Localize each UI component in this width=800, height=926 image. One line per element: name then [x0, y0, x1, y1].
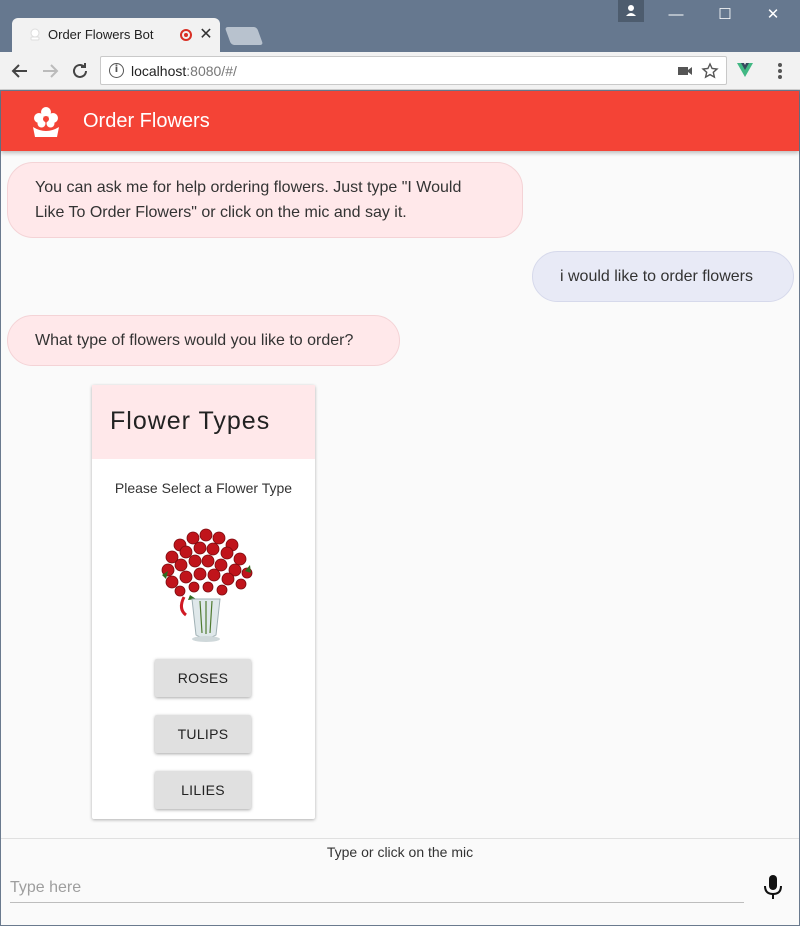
minimize-button[interactable]: —	[661, 4, 691, 26]
new-tab-button[interactable]	[224, 27, 264, 45]
roses-bouquet-image	[161, 528, 253, 642]
info-icon[interactable]: i	[109, 63, 124, 78]
mic-icon[interactable]	[761, 873, 785, 901]
input-area: Type or click on the mic	[1, 838, 799, 925]
browser-menu-icon[interactable]	[770, 59, 790, 83]
lilies-button[interactable]: LILIES	[155, 771, 251, 809]
vue-devtools-icon[interactable]	[736, 61, 754, 79]
tulips-button[interactable]: TULIPS	[155, 715, 251, 753]
message-input[interactable]	[10, 873, 744, 903]
maximize-button[interactable]: ☐	[710, 4, 740, 26]
flower-favicon-icon	[30, 28, 40, 41]
browser-tab[interactable]: Order Flowers Bot ✕	[12, 18, 220, 52]
window-close-button[interactable]: ✕	[758, 4, 788, 26]
user-message-bubble: i would like to order flowers	[532, 251, 794, 302]
browser-toolbar: i localhost:8080/#/	[0, 52, 800, 90]
browser-titlebar: Order Flowers Bot ✕ — ☐ ✕	[0, 0, 800, 52]
app-toolbar: Order Flowers	[1, 91, 799, 151]
tab-title: Order Flowers Bot	[48, 27, 154, 42]
address-bar[interactable]: i localhost:8080/#/	[100, 56, 727, 85]
input-hint: Type or click on the mic	[326, 844, 474, 860]
bot-message-bubble: You can ask me for help ordering flowers…	[7, 162, 523, 238]
bot-message-bubble: What type of flowers would you like to o…	[7, 315, 400, 366]
tab-close-icon[interactable]: ✕	[198, 24, 214, 44]
reload-icon[interactable]	[68, 59, 92, 83]
recording-icon	[180, 29, 192, 41]
app-container: Order Flowers You can ask me for help or…	[1, 91, 799, 925]
forward-icon[interactable]	[38, 59, 62, 83]
card-title: Flower Types	[110, 407, 271, 435]
bookmark-star-icon[interactable]	[701, 62, 719, 80]
card-subtitle: Please Select a Flower Type	[114, 480, 293, 496]
url-text: localhost:8080/#/	[131, 63, 237, 79]
app-title: Order Flowers	[83, 110, 210, 132]
roses-button[interactable]: ROSES	[155, 659, 251, 697]
camera-icon[interactable]	[676, 62, 694, 80]
response-card: Flower Types Please Select a Flower Type	[92, 385, 315, 819]
back-icon[interactable]	[8, 59, 32, 83]
profile-icon[interactable]	[618, 0, 644, 22]
card-header: Flower Types	[92, 385, 315, 459]
flower-logo-icon	[33, 107, 59, 137]
